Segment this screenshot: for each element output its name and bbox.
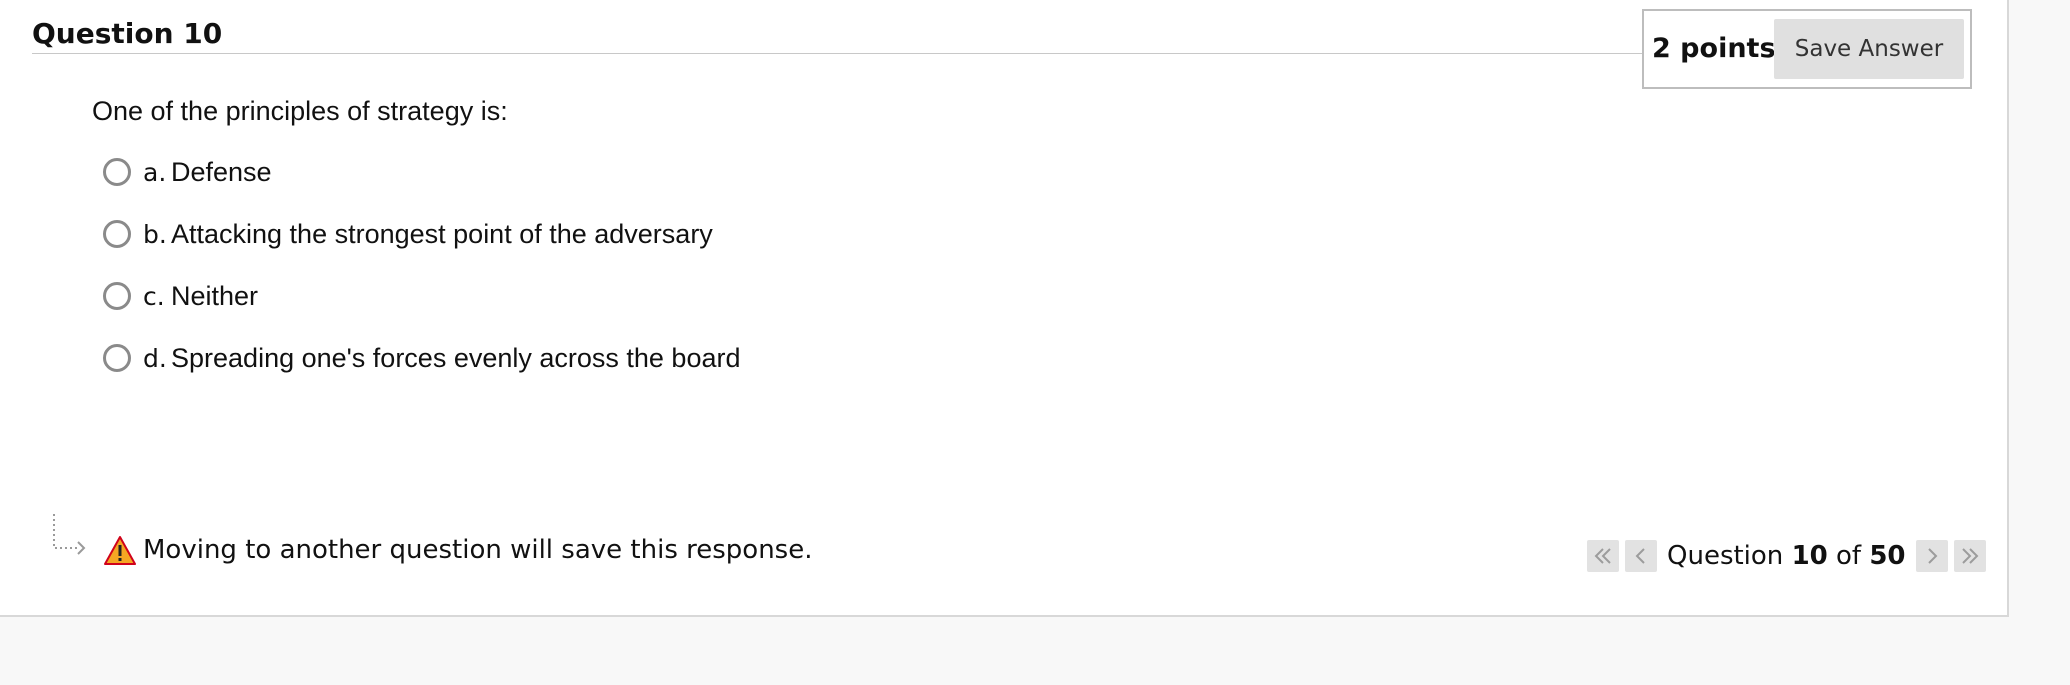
chevron-right-icon xyxy=(1927,548,1937,564)
option-text: Spreading one's forces evenly across the… xyxy=(171,342,741,373)
double-chevron-left-icon xyxy=(1594,548,1611,564)
save-answer-button[interactable]: Save Answer xyxy=(1774,19,1964,79)
total-question-count: 50 xyxy=(1869,541,1906,571)
radio-button[interactable] xyxy=(103,282,131,310)
points-label: 2 points xyxy=(1652,33,1776,64)
question-pager: Question 10 of 50 xyxy=(1587,537,1986,575)
option-text: Defense xyxy=(171,156,272,187)
last-question-button[interactable] xyxy=(1953,540,1986,572)
option-b[interactable]: b. Attacking the strongest point of the … xyxy=(103,214,903,254)
question-title: Question 10 xyxy=(32,17,223,50)
next-question-button[interactable] xyxy=(1915,540,1948,572)
pager-of: of xyxy=(1836,541,1862,571)
current-question-number: 10 xyxy=(1791,541,1828,571)
warning-triangle-icon xyxy=(104,536,136,565)
save-warning-text: Moving to another question will save thi… xyxy=(143,535,813,565)
points-box: 2 points Save Answer xyxy=(1642,9,1972,89)
option-text: Neither xyxy=(171,280,259,311)
option-c[interactable]: c. Neither xyxy=(103,276,903,316)
pager-label: Question 10 of 50 xyxy=(1667,541,1906,571)
option-letter: d. xyxy=(143,343,167,373)
option-letter: c. xyxy=(143,281,165,311)
option-d[interactable]: d. Spreading one's forces evenly across … xyxy=(103,338,903,378)
pager-prefix: Question xyxy=(1667,541,1784,571)
dotted-arrow-icon xyxy=(53,514,86,555)
option-letter: b. xyxy=(143,219,167,249)
option-a[interactable]: a. Defense xyxy=(103,152,903,192)
first-question-button[interactable] xyxy=(1587,540,1619,572)
previous-question-button[interactable] xyxy=(1625,540,1657,572)
radio-button[interactable] xyxy=(103,344,131,372)
title-divider xyxy=(32,53,1644,54)
option-letter: a. xyxy=(143,157,167,187)
radio-button[interactable] xyxy=(103,158,131,186)
question-prompt: One of the principles of strategy is: xyxy=(92,96,508,126)
option-text: Attacking the strongest point of the adv… xyxy=(171,218,713,249)
radio-button[interactable] xyxy=(103,220,131,248)
chevron-left-icon xyxy=(1635,548,1645,564)
double-chevron-right-icon xyxy=(1961,548,1978,564)
question-panel: Question 10 2 points Save Answer One of … xyxy=(0,0,2009,617)
